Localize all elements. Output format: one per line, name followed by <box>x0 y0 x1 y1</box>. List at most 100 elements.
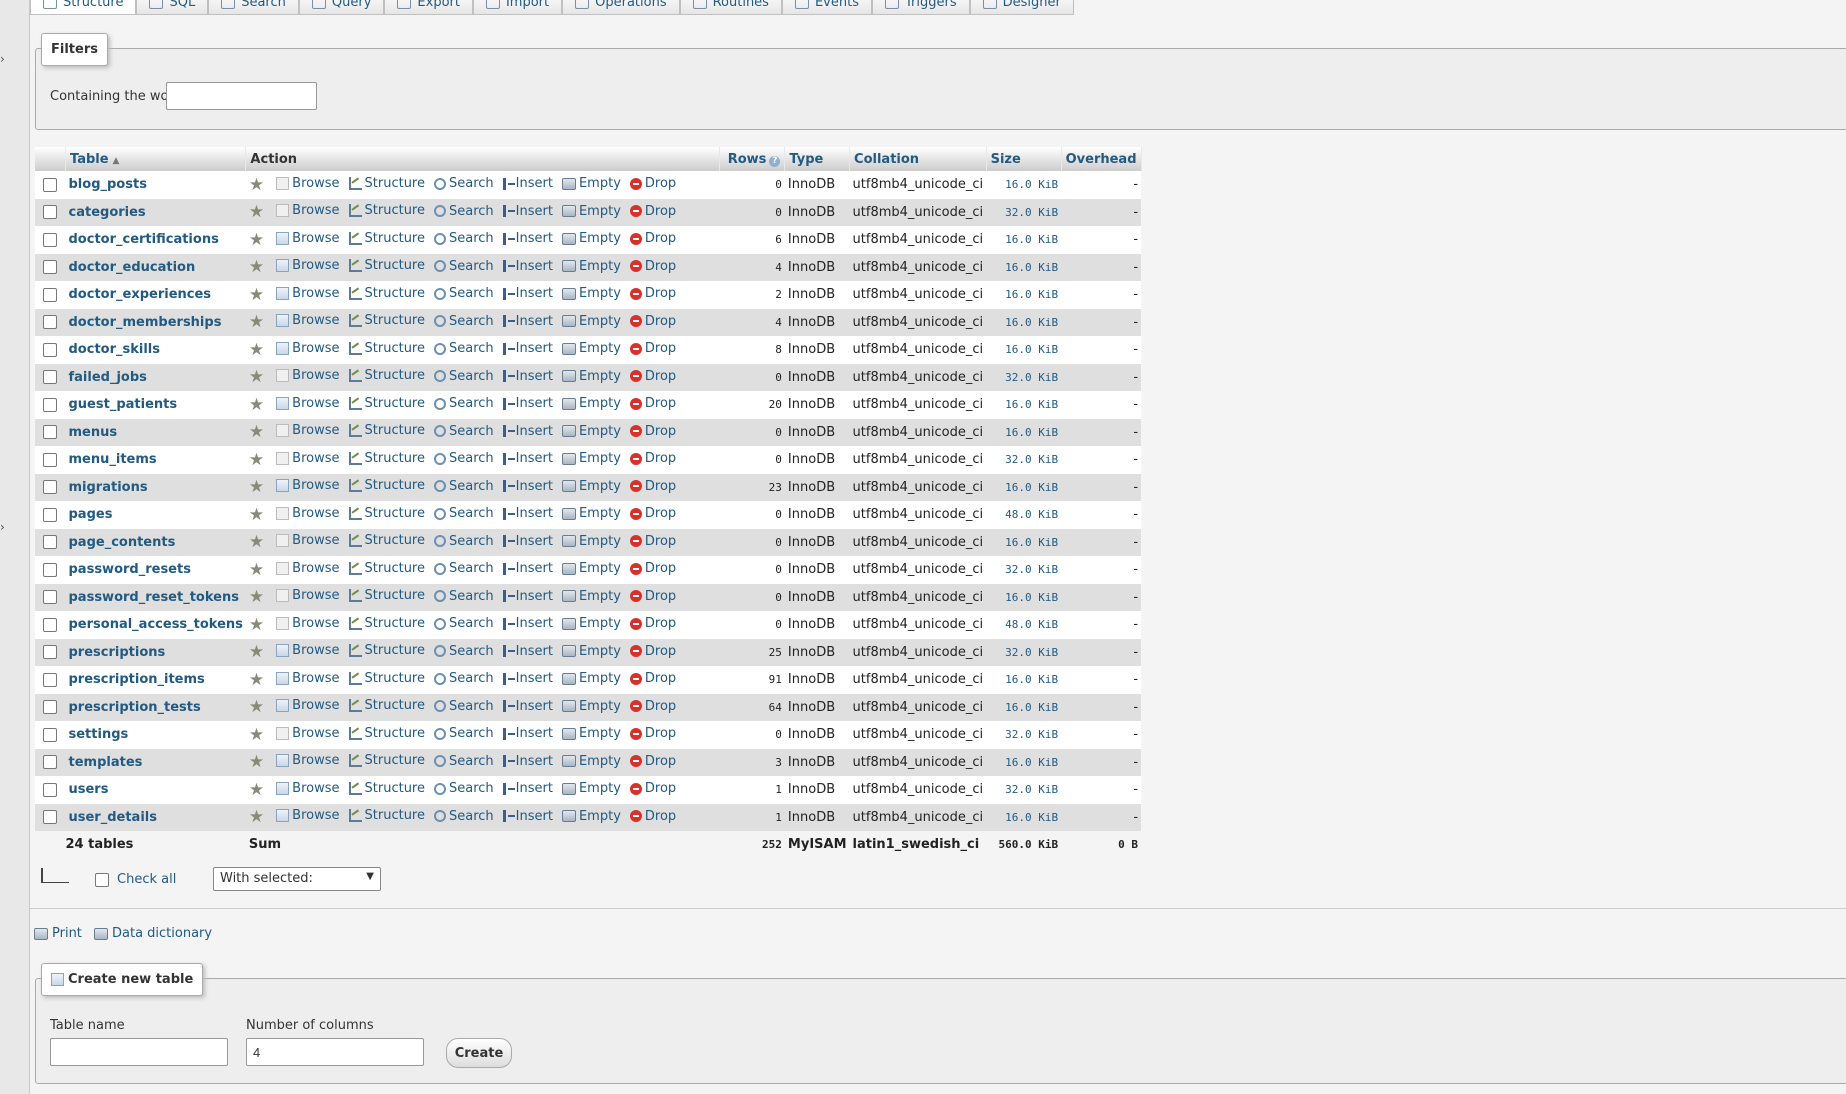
drop-action[interactable]: Drop <box>629 671 676 686</box>
browse-action[interactable]: Browse <box>276 753 340 768</box>
table-name-link[interactable]: password_reset_tokens <box>65 583 246 611</box>
table-name-link[interactable]: doctor_skills <box>65 336 246 364</box>
row-checkbox[interactable] <box>43 397 58 412</box>
structure-action[interactable]: Structure <box>348 643 425 658</box>
empty-action[interactable]: Empty <box>561 699 621 714</box>
empty-action[interactable]: Empty <box>561 314 621 329</box>
browse-action[interactable]: Browse <box>276 588 340 603</box>
row-checkbox[interactable] <box>43 287 58 302</box>
browse-action[interactable]: Browse <box>276 533 340 548</box>
table-name-link[interactable]: settings <box>65 721 246 749</box>
row-size[interactable]: 16.0 KiB <box>986 226 1062 254</box>
structure-action[interactable]: Structure <box>348 781 425 796</box>
favorite-star-icon[interactable]: ★ <box>249 560 264 580</box>
browse-action[interactable]: Browse <box>276 506 340 521</box>
drop-action[interactable]: Drop <box>629 231 676 246</box>
empty-action[interactable]: Empty <box>561 424 621 439</box>
browse-action[interactable]: Browse <box>276 203 340 218</box>
favorite-star-icon[interactable]: ★ <box>249 450 264 470</box>
table-name-link[interactable]: prescription_tests <box>65 693 246 721</box>
search-action[interactable]: Search <box>434 204 494 219</box>
empty-action[interactable]: Empty <box>561 781 621 796</box>
row-size[interactable]: 16.0 KiB <box>986 418 1062 446</box>
drop-action[interactable]: Drop <box>629 369 676 384</box>
row-checkbox[interactable] <box>43 727 58 742</box>
tab-search[interactable]: Search <box>208 0 299 15</box>
drop-action[interactable]: Drop <box>629 424 676 439</box>
drop-action[interactable]: Drop <box>629 259 676 274</box>
browse-action[interactable]: Browse <box>276 423 340 438</box>
tab-routines[interactable]: Routines <box>679 0 782 15</box>
insert-action[interactable]: Insert <box>502 396 553 411</box>
row-size[interactable]: 32.0 KiB <box>986 198 1062 226</box>
drop-action[interactable]: Drop <box>629 726 676 741</box>
search-action[interactable]: Search <box>434 396 494 411</box>
table-name-link[interactable]: doctor_memberships <box>65 308 246 336</box>
row-size[interactable]: 16.0 KiB <box>986 693 1062 721</box>
drop-action[interactable]: Drop <box>629 561 676 576</box>
browse-action[interactable]: Browse <box>276 808 340 823</box>
favorite-star-icon[interactable]: ★ <box>249 532 264 552</box>
row-size[interactable]: 16.0 KiB <box>986 528 1062 556</box>
search-action[interactable]: Search <box>434 589 494 604</box>
insert-action[interactable]: Insert <box>502 616 553 631</box>
table-name-link[interactable]: pages <box>65 501 246 529</box>
favorite-star-icon[interactable]: ★ <box>249 202 264 222</box>
structure-action[interactable]: Structure <box>348 423 425 438</box>
row-checkbox[interactable] <box>43 452 58 467</box>
filter-input[interactable] <box>166 82 317 110</box>
row-checkbox[interactable] <box>43 700 58 715</box>
insert-action[interactable]: Insert <box>502 671 553 686</box>
structure-action[interactable]: Structure <box>348 231 425 246</box>
favorite-star-icon[interactable]: ★ <box>249 615 264 635</box>
browse-action[interactable]: Browse <box>276 643 340 658</box>
empty-action[interactable]: Empty <box>561 506 621 521</box>
empty-action[interactable]: Empty <box>561 369 621 384</box>
browse-action[interactable]: Browse <box>276 726 340 741</box>
table-name-link[interactable]: doctor_certifications <box>65 226 246 254</box>
favorite-star-icon[interactable]: ★ <box>249 175 264 195</box>
row-checkbox[interactable] <box>43 177 58 192</box>
table-name-link[interactable]: blog_posts <box>65 171 246 199</box>
empty-action[interactable]: Empty <box>561 396 621 411</box>
row-checkbox[interactable] <box>43 370 58 385</box>
tab-events[interactable]: Events <box>781 0 872 15</box>
search-action[interactable]: Search <box>434 699 494 714</box>
row-checkbox[interactable] <box>43 342 58 357</box>
favorite-star-icon[interactable]: ★ <box>249 367 264 387</box>
favorite-star-icon[interactable]: ★ <box>249 422 264 442</box>
search-action[interactable]: Search <box>434 314 494 329</box>
row-checkbox[interactable] <box>43 562 58 577</box>
search-action[interactable]: Search <box>434 259 494 274</box>
tab-export[interactable]: Export <box>384 0 473 15</box>
sort-by-overhead-link[interactable]: Overhead <box>1066 152 1137 167</box>
structure-action[interactable]: Structure <box>348 451 425 466</box>
empty-action[interactable]: Empty <box>561 644 621 659</box>
structure-action[interactable]: Structure <box>348 313 425 328</box>
search-action[interactable]: Search <box>434 479 494 494</box>
empty-action[interactable]: Empty <box>561 534 621 549</box>
insert-action[interactable]: Insert <box>502 809 553 824</box>
browse-action[interactable]: Browse <box>276 698 340 713</box>
col-size-header[interactable]: Size <box>986 147 1062 171</box>
drop-action[interactable]: Drop <box>629 314 676 329</box>
structure-action[interactable]: Structure <box>348 671 425 686</box>
favorite-star-icon[interactable]: ★ <box>249 395 264 415</box>
favorite-star-icon[interactable]: ★ <box>249 642 264 662</box>
data-dictionary-link[interactable]: Data dictionary <box>94 926 212 941</box>
search-action[interactable]: Search <box>434 561 494 576</box>
empty-action[interactable]: Empty <box>561 231 621 246</box>
row-size[interactable]: 16.0 KiB <box>986 171 1062 199</box>
browse-action[interactable]: Browse <box>276 671 340 686</box>
drop-action[interactable]: Drop <box>629 534 676 549</box>
row-checkbox[interactable] <box>43 232 58 247</box>
structure-action[interactable]: Structure <box>348 616 425 631</box>
insert-action[interactable]: Insert <box>502 286 553 301</box>
empty-action[interactable]: Empty <box>561 286 621 301</box>
structure-action[interactable]: Structure <box>348 533 425 548</box>
table-name-link[interactable]: page_contents <box>65 528 246 556</box>
favorite-star-icon[interactable]: ★ <box>249 697 264 717</box>
sort-by-type-link[interactable]: Type <box>789 152 823 167</box>
search-action[interactable]: Search <box>434 726 494 741</box>
sort-by-collation-link[interactable]: Collation <box>854 152 919 167</box>
